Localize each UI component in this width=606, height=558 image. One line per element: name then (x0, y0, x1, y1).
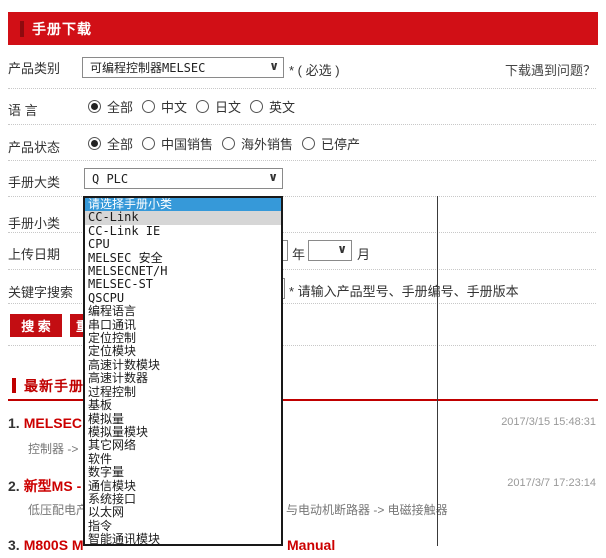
chevron-down-icon: ∨ (269, 59, 279, 73)
radio-label: 英文 (269, 97, 295, 116)
keyword-hint: * 请输入产品型号、手册编号、手册版本 (289, 281, 519, 300)
radio-button-icon[interactable] (88, 137, 101, 150)
subcategory-option[interactable]: 请选择手册小类 (85, 198, 281, 211)
manual-category-label: 手册大类 (8, 172, 60, 191)
download-help-link[interactable]: 下载遇到问题？ (505, 60, 596, 79)
manual-title-link[interactable]: 新型MS - (24, 478, 82, 494)
radio-button-icon[interactable] (222, 137, 235, 150)
section-accent-bar (12, 378, 16, 393)
search-button[interactable]: 搜 索 (10, 314, 62, 337)
radio-label: 全部 (107, 97, 133, 116)
subcategory-option[interactable]: 数字量 (85, 466, 281, 479)
subcategory-option[interactable]: 过程控制 (85, 386, 281, 399)
radio-button-icon[interactable] (250, 100, 263, 113)
product-status-radio-group: 全部 中国销售 海外销售 已停产 (88, 134, 369, 153)
radio-label: 海外销售 (241, 134, 293, 153)
manual-index: 1. (8, 415, 20, 431)
month-select[interactable]: ∨ (308, 240, 352, 261)
category-path-left: 低压配电产 (28, 503, 88, 517)
chevron-down-icon: ∨ (268, 170, 278, 184)
manual-title-continued[interactable]: Manual (287, 537, 335, 553)
radio-button-icon[interactable] (142, 100, 155, 113)
language-label: 语 言 (8, 100, 38, 119)
language-radio-option[interactable]: 日文 (196, 97, 241, 116)
language-radio-option[interactable]: 全部 (88, 97, 133, 116)
latest-manuals-title: 最新手册 (24, 376, 84, 396)
manual-title-link[interactable]: MELSEC (24, 415, 82, 431)
radio-label: 中国销售 (161, 134, 213, 153)
subcategory-option[interactable]: 高速计数器 (85, 372, 281, 385)
subcategory-option[interactable]: 编程语言 (85, 305, 281, 318)
required-note: * ( 必选 ) (289, 60, 340, 79)
manual-subcategory-label: 手册小类 (8, 213, 60, 232)
subcategory-option[interactable]: 基板 (85, 399, 281, 412)
subcategory-option[interactable]: CC-Link (85, 211, 281, 224)
radio-label: 已停产 (321, 134, 360, 153)
subcategory-option[interactable]: 其它网络 (85, 439, 281, 452)
subcategory-option[interactable]: MELSECNET/H (85, 265, 281, 278)
month-suffix: 月 (357, 244, 370, 263)
product-status-radio-option[interactable]: 中国销售 (142, 134, 213, 153)
page-header: 手册下载 (8, 12, 598, 45)
product-status-radio-option[interactable]: 全部 (88, 134, 133, 153)
subcategory-option[interactable]: CC-Link IE (85, 225, 281, 238)
category-path-left: 控制器 -> (28, 442, 78, 456)
product-category-label: 产品类别 (8, 58, 60, 77)
vertical-rule (437, 196, 438, 546)
row-divider (8, 160, 596, 161)
upload-date-label: 上传日期 (8, 244, 60, 263)
language-radio-option[interactable]: 英文 (250, 97, 295, 116)
product-status-radio-option[interactable]: 海外销售 (222, 134, 293, 153)
subcategory-option[interactable]: 通信模块 (85, 480, 281, 493)
manual-category-select[interactable]: Q PLC ∨ (84, 168, 283, 189)
page-title: 手册下载 (32, 19, 92, 39)
header-accent-bar (20, 21, 24, 37)
product-status-label: 产品状态 (8, 137, 60, 156)
radio-label: 全部 (107, 134, 133, 153)
chevron-down-icon: ∨ (337, 242, 347, 256)
subcategory-option[interactable]: 以太网 (85, 506, 281, 519)
subcategory-option[interactable]: CPU (85, 238, 281, 251)
subcategory-option[interactable]: MELSEC 安全 (85, 252, 281, 265)
manual-index: 2. (8, 478, 20, 494)
product-category-value: 可编程控制器MELSEC (90, 59, 205, 76)
subcategory-option[interactable]: MELSEC-ST (85, 278, 281, 291)
manual-title-link[interactable]: M800S M (24, 537, 84, 553)
radio-button-icon[interactable] (142, 137, 155, 150)
language-radio-group: 全部 中文 日文 英文 (88, 97, 304, 116)
manual-upload-timestamp: 2017/3/7 17:23:14 (507, 477, 596, 489)
radio-button-icon[interactable] (88, 100, 101, 113)
radio-button-icon[interactable] (196, 100, 209, 113)
subcategory-option[interactable]: 智能通讯模块 (85, 533, 281, 546)
row-divider (8, 88, 596, 89)
radio-button-icon[interactable] (302, 137, 315, 150)
row-divider (8, 124, 596, 125)
product-status-radio-option[interactable]: 已停产 (302, 134, 360, 153)
product-category-select[interactable]: 可编程控制器MELSEC ∨ (82, 57, 284, 78)
category-path-right: 与电动机断路器 -> 电磁接触器 (286, 501, 448, 518)
keyword-search-label: 关键字搜索 (8, 282, 73, 301)
manual-upload-timestamp: 2017/3/15 15:48:31 (501, 416, 596, 428)
radio-label: 日文 (215, 97, 241, 116)
language-radio-option[interactable]: 中文 (142, 97, 187, 116)
subcategory-option[interactable]: 定位模块 (85, 345, 281, 358)
manual-category-value: Q PLC (92, 172, 128, 186)
manual-subcategory-listbox[interactable]: 请选择手册小类CC-LinkCC-Link IECPUMELSEC 安全MELS… (83, 196, 283, 546)
radio-label: 中文 (161, 97, 187, 116)
subcategory-option[interactable]: 模拟量 (85, 413, 281, 426)
year-suffix: 年 (292, 244, 305, 263)
manual-index: 3. (8, 537, 20, 553)
